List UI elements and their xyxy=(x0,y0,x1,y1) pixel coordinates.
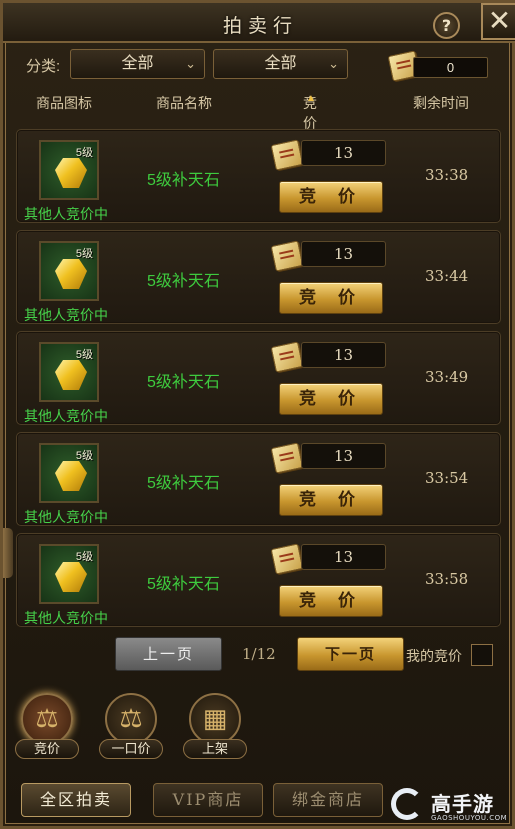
item-name: 5级补天石 xyxy=(147,576,220,593)
close-button[interactable]: ✕ xyxy=(481,3,515,40)
bid-button[interactable]: 竞 价 xyxy=(279,484,383,516)
watermark-logo-icon xyxy=(391,788,423,820)
price-value: 13 xyxy=(301,342,386,368)
item-level: 5级 xyxy=(75,551,93,563)
item-level: 5级 xyxy=(75,248,93,260)
remaining-time: 33:44 xyxy=(425,267,469,285)
bidding-status: 其他人竞价中 xyxy=(24,307,108,323)
bid-scroll-icon xyxy=(270,543,304,575)
gem-icon xyxy=(55,461,87,491)
category-select-secondary-value: 全部 xyxy=(264,55,297,72)
price-value: 13 xyxy=(301,443,386,469)
title-bar: 拍卖行 ? ✕ xyxy=(3,3,515,43)
item-name: 5级补天石 xyxy=(147,273,220,290)
tab-all-region-auction[interactable]: 全区拍卖 xyxy=(21,783,131,817)
site-watermark: 高手游 GAOSHOUYOU.COM xyxy=(391,786,515,826)
mode-bid-label: 竞价 xyxy=(15,739,79,759)
item-level: 5级 xyxy=(75,147,93,159)
item-icon[interactable]: 5级 xyxy=(39,140,99,200)
list-item[interactable]: 5级 其他人竞价中 5级补天石 13 竞 价 33:44 xyxy=(16,230,501,324)
remaining-time: 33:54 xyxy=(425,469,469,487)
bid-button[interactable]: 竞 价 xyxy=(279,383,383,415)
list-item[interactable]: 5级 其他人竞价中 5级补天石 13 竞 价 33:38 xyxy=(16,129,501,223)
bid-scroll-icon xyxy=(270,139,304,171)
item-name: 5级补天石 xyxy=(147,374,220,391)
bid-button[interactable]: 竞 价 xyxy=(279,181,383,213)
bid-scroll-icon xyxy=(270,442,304,474)
list-item[interactable]: 5级 其他人竞价中 5级补天石 13 竞 价 33:49 xyxy=(16,331,501,425)
item-name: 5级补天石 xyxy=(147,475,220,492)
bid-button[interactable]: 竞 价 xyxy=(279,282,383,314)
item-icon[interactable]: 5级 xyxy=(39,241,99,301)
bid-scroll-icon xyxy=(270,240,304,272)
chevron-down-icon: ⌄ xyxy=(328,56,339,71)
my-bids-checkbox[interactable] xyxy=(471,644,493,666)
auction-window: 拍卖行 ? ✕ 分类: 全部 ⌄ 全部 ⌄ 0 商品图标 商品名称 竞价 ▲ 剩余… xyxy=(0,0,515,829)
list-item[interactable]: 5级 其他人竞价中 5级补天石 13 竞 价 33:58 xyxy=(16,533,501,627)
price-value: 13 xyxy=(301,544,386,570)
bidding-status: 其他人竞价中 xyxy=(24,408,108,424)
page-indicator: 1/12 xyxy=(242,645,276,663)
category-select-primary-value: 全部 xyxy=(121,55,154,72)
item-level: 5级 xyxy=(75,450,93,462)
price-value: 13 xyxy=(301,241,386,267)
side-expand-handle[interactable] xyxy=(3,528,13,578)
watermark-subtext: GAOSHOUYOU.COM xyxy=(431,814,508,822)
remaining-time: 33:38 xyxy=(425,166,469,184)
tab-bound-gold-shop[interactable]: 绑金商店 xyxy=(273,783,383,817)
watermark-text: 高手游 xyxy=(431,792,494,816)
bid-button[interactable]: 竞 价 xyxy=(279,585,383,617)
gem-icon xyxy=(55,562,87,592)
header-icon: 商品图标 xyxy=(36,95,92,111)
bidding-status: 其他人竞价中 xyxy=(24,509,108,525)
bidding-status: 其他人竞价中 xyxy=(24,610,108,626)
list-item[interactable]: 5级 其他人竞价中 5级补天石 13 竞 价 33:54 xyxy=(16,432,501,526)
item-icon[interactable]: 5级 xyxy=(39,342,99,402)
my-bids-label: 我的竞价 xyxy=(406,648,462,664)
mode-buyout-button[interactable]: ⚖ 一口价 xyxy=(99,693,163,761)
currency-balance: 0 xyxy=(413,57,488,78)
item-icon[interactable]: 5级 xyxy=(39,443,99,503)
header-name: 商品名称 xyxy=(156,95,212,111)
column-headers: 商品图标 商品名称 竞价 ▲ 剩余时间 xyxy=(3,93,515,131)
tab-vip-shop[interactable]: VIP商店 xyxy=(153,783,263,817)
item-level: 5级 xyxy=(75,349,93,361)
mode-bid-button[interactable]: ⚖ 竞价 xyxy=(15,693,79,761)
help-button[interactable]: ? xyxy=(433,12,460,39)
category-select-primary[interactable]: 全部 ⌄ xyxy=(70,49,205,79)
filter-label: 分类: xyxy=(26,58,61,75)
chevron-down-icon: ⌄ xyxy=(185,56,196,71)
remaining-time: 33:49 xyxy=(425,368,469,386)
gavel-icon: ⚖ xyxy=(21,693,73,745)
gem-icon xyxy=(55,259,87,289)
filter-row: 分类: 全部 ⌄ 全部 ⌄ 0 xyxy=(3,47,515,83)
bid-scroll-icon xyxy=(270,341,304,373)
prev-page-button[interactable]: 上一页 xyxy=(115,637,222,671)
remaining-time: 33:58 xyxy=(425,570,469,588)
mode-list-button[interactable]: ▦ 上架 xyxy=(183,693,247,761)
shelf-icon: ▦ xyxy=(189,693,241,745)
mode-list-label: 上架 xyxy=(183,739,247,759)
item-name: 5级补天石 xyxy=(147,172,220,189)
category-select-secondary[interactable]: 全部 ⌄ xyxy=(213,49,348,79)
pagination: 上一页 1/12 下一页 我的竞价 xyxy=(3,637,515,673)
sort-up-icon: ▲ xyxy=(306,93,316,104)
item-icon[interactable]: 5级 xyxy=(39,544,99,604)
next-page-button[interactable]: 下一页 xyxy=(297,637,404,671)
mode-buyout-label: 一口价 xyxy=(99,739,163,759)
gem-icon xyxy=(55,360,87,390)
price-value: 13 xyxy=(301,140,386,166)
header-time: 剩余时间 xyxy=(413,95,469,111)
gem-icon xyxy=(55,158,87,188)
scale-icon: ⚖ xyxy=(105,693,157,745)
bidding-status: 其他人竞价中 xyxy=(24,206,108,222)
item-list: 5级 其他人竞价中 5级补天石 13 竞 价 33:38 5级 其他人竞价中 5… xyxy=(16,129,501,634)
